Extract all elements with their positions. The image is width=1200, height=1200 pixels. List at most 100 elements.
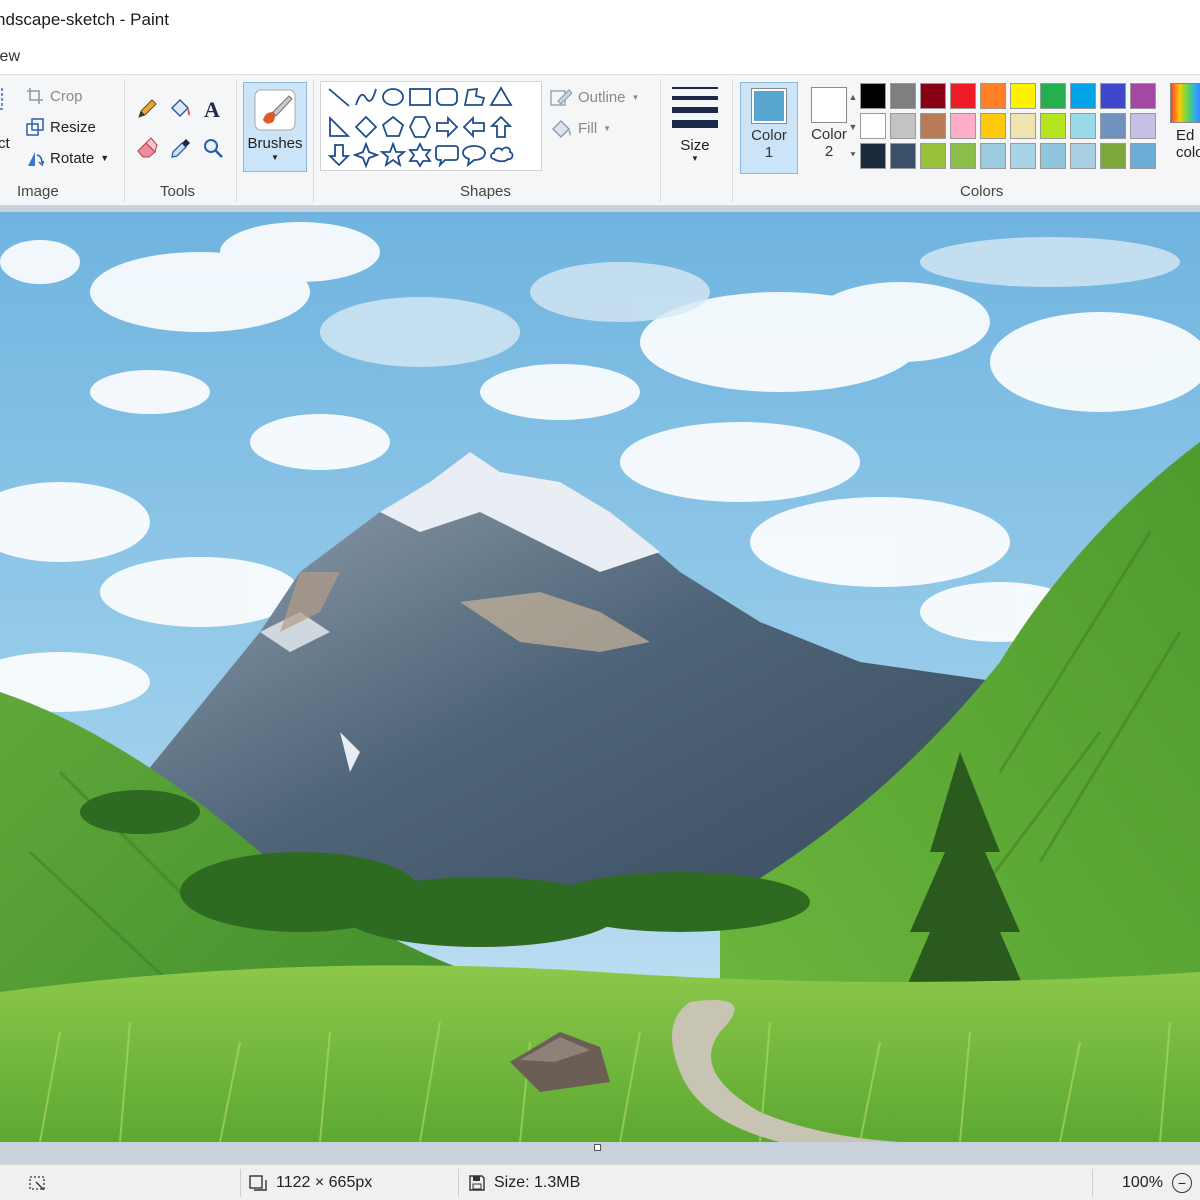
palette-swatch[interactable] [1040, 113, 1066, 139]
resize-icon [26, 118, 44, 136]
hexagon-shape-icon[interactable] [407, 114, 433, 140]
save-disk-icon [469, 1175, 485, 1191]
palette-swatch[interactable] [1040, 83, 1066, 109]
ribbon-separator [660, 79, 661, 203]
palette-swatch[interactable] [980, 143, 1006, 169]
palette-swatch[interactable] [1100, 143, 1126, 169]
magnifier-tool[interactable] [200, 135, 226, 161]
palette-swatch[interactable] [950, 83, 976, 109]
palette-swatch[interactable] [920, 143, 946, 169]
curve-shape-icon[interactable] [353, 84, 379, 110]
palette-swatch[interactable] [1010, 113, 1036, 139]
crop-button[interactable]: Crop [26, 87, 83, 105]
size-button[interactable]: Size ▼ [668, 83, 722, 175]
palette-swatch[interactable] [1100, 113, 1126, 139]
palette-swatch[interactable] [860, 113, 886, 139]
diamond-shape-icon[interactable] [353, 114, 379, 140]
window-title: ndscape-sketch - Paint [0, 10, 169, 29]
fill-label: Fill [578, 119, 598, 137]
palette-swatch[interactable] [1130, 83, 1156, 109]
palette-swatch[interactable] [950, 143, 976, 169]
palette-swatch[interactable] [890, 83, 916, 109]
down-arrow-shape-icon[interactable] [326, 142, 352, 168]
shapes-group-label: Shapes [460, 183, 511, 200]
tools-group-label: Tools [160, 183, 196, 200]
edit-colors-label: Ed [1176, 127, 1195, 144]
dimensions-icon [249, 1175, 267, 1191]
up-arrow-shape-icon[interactable] [488, 114, 514, 140]
oval-shape-icon[interactable] [380, 84, 406, 110]
text-a-icon: A [204, 97, 220, 121]
polygon-shape-icon[interactable] [461, 84, 487, 110]
palette-swatch[interactable] [920, 83, 946, 109]
rotate-dropdown-icon: ▼ [100, 153, 110, 163]
palette-swatch[interactable] [1070, 113, 1096, 139]
brushes-dropdown-icon: ▼ [271, 153, 279, 162]
line-shape-icon[interactable] [326, 84, 352, 110]
text-tool[interactable]: A [200, 96, 226, 122]
minus-icon: − [1177, 1175, 1187, 1191]
fill-tool[interactable] [167, 96, 193, 122]
color2-button[interactable]: Color 2 [800, 82, 858, 174]
zoom-out-button[interactable]: − [1172, 1173, 1192, 1193]
palette-swatch[interactable] [890, 113, 916, 139]
four-point-star-shape-icon[interactable] [353, 142, 379, 168]
six-point-star-shape-icon[interactable] [407, 142, 433, 168]
five-point-star-shape-icon[interactable] [380, 142, 406, 168]
edit-colors-label-2: colo [1176, 144, 1200, 161]
rounded-rectangle-shape-icon[interactable] [434, 84, 460, 110]
zoom-level: 100% [1122, 1165, 1163, 1200]
menu-tab-view[interactable]: iew [0, 48, 20, 66]
right-triangle-shape-icon[interactable] [326, 114, 352, 140]
canvas-area[interactable] [0, 206, 1200, 1164]
magnifier-icon [204, 139, 223, 158]
edit-colors-button[interactable]: Edcolo [1170, 83, 1200, 175]
outline-button[interactable]: Outline ▼ [550, 87, 639, 107]
crop-icon [27, 88, 43, 104]
palette-swatch[interactable] [1010, 143, 1036, 169]
brushes-label: Brushes [247, 135, 303, 152]
cursor-position-icon [29, 1176, 45, 1191]
color1-button[interactable]: Color 1 [740, 82, 798, 174]
drawing-canvas[interactable] [0, 212, 1200, 1142]
canvas-resize-handle[interactable] [594, 1144, 601, 1151]
pencil-tool[interactable] [134, 96, 160, 122]
palette-swatch[interactable] [1100, 83, 1126, 109]
rotate-button[interactable]: Rotate ▼ [26, 149, 109, 167]
select-button[interactable] [0, 87, 12, 111]
palette-swatch[interactable] [1040, 143, 1066, 169]
palette-swatch[interactable] [860, 83, 886, 109]
rotate-label: Rotate [50, 149, 95, 167]
color1-swatch [751, 88, 787, 124]
right-arrow-shape-icon[interactable] [434, 114, 460, 140]
rectangle-shape-icon[interactable] [407, 84, 433, 110]
image-dimensions: 1122 × 665px [248, 1165, 372, 1200]
palette-swatch[interactable] [1130, 113, 1156, 139]
color-picker-tool[interactable] [167, 135, 193, 161]
brushes-button[interactable]: Brushes ▼ [243, 82, 307, 172]
fill-button[interactable]: Fill ▼ [550, 118, 611, 138]
palette-swatch[interactable] [1010, 83, 1036, 109]
palette-swatch[interactable] [890, 143, 916, 169]
palette-swatch[interactable] [860, 143, 886, 169]
eraser-tool[interactable] [134, 135, 160, 161]
palette-swatch[interactable] [1070, 83, 1096, 109]
palette-swatch[interactable] [1130, 143, 1156, 169]
pentagon-shape-icon[interactable] [380, 114, 406, 140]
resize-button[interactable]: Resize [26, 118, 96, 136]
palette-swatch[interactable] [980, 83, 1006, 109]
triangle-shape-icon[interactable] [488, 84, 514, 110]
palette-swatch[interactable] [920, 113, 946, 139]
rotate-icon [28, 152, 44, 167]
brush-icon [254, 89, 296, 131]
rounded-callout-shape-icon[interactable] [434, 142, 460, 168]
palette-swatch[interactable] [1070, 143, 1096, 169]
palette-swatch[interactable] [950, 113, 976, 139]
oval-callout-shape-icon[interactable] [461, 142, 487, 168]
left-arrow-shape-icon[interactable] [461, 114, 487, 140]
status-divider [458, 1169, 459, 1197]
landscape-painting [0, 212, 1200, 1142]
palette-swatch[interactable] [980, 113, 1006, 139]
eyedropper-icon [171, 139, 190, 158]
cloud-callout-shape-icon[interactable] [488, 142, 514, 168]
